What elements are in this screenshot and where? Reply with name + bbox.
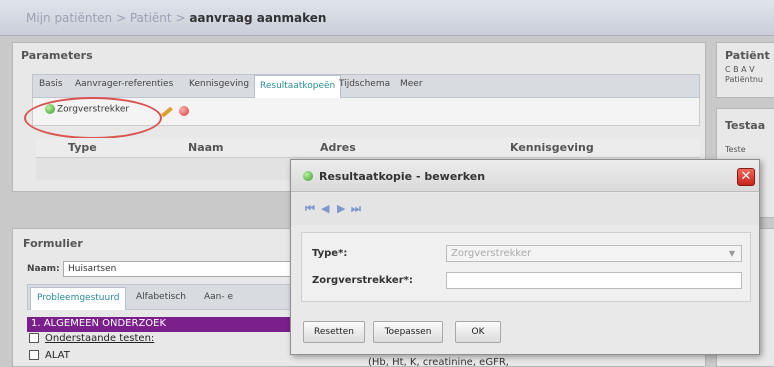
partial-test-text: (Hb, Ht, K, creatinine, eGFR, (368, 357, 509, 367)
patient-info: C B A V Patiëntnu (725, 65, 763, 85)
tab-aan-en-afvraag[interactable]: Aan- e (204, 292, 233, 302)
col-adres: Adres (320, 141, 356, 154)
testaanvraag-sub: Teste (725, 145, 746, 154)
resultaatkopie-table-header: Type Naam Adres Kennisgeving (36, 138, 700, 158)
reset-button[interactable]: Resetten (303, 321, 365, 343)
resultaatkopie-dialog: Resultaatkopie - bewerken ✕ ⏮ ◀ ▶ ⏭ Type… (290, 159, 760, 355)
col-type: Type (68, 141, 97, 154)
patient-name: C B A V (725, 65, 755, 74)
tab-tijdschema[interactable]: Tijdschema (339, 79, 390, 89)
tab-aanvrager-referenties[interactable]: Aanvrager-referenties (75, 79, 173, 89)
highlight-annotation (24, 97, 162, 139)
type-select-value: Zorgverstrekker (451, 248, 532, 259)
breadcrumb-sep: > (112, 11, 130, 25)
patient-panel: Patiënt C B A V Patiëntnu (716, 42, 774, 98)
edit-icon[interactable] (161, 106, 173, 118)
breadcrumb: Mijn patiënten > Patiënt > aanvraag aanm… (0, 0, 774, 36)
patient-number: Patiëntnu (725, 75, 763, 84)
zorgverstrekker-input[interactable] (446, 272, 742, 289)
tab-probleemgestuurd[interactable]: Probleemgestuurd (30, 287, 127, 310)
first-record-icon[interactable]: ⏮ (305, 202, 315, 216)
checkbox[interactable] (29, 350, 39, 360)
breadcrumb-my-patients[interactable]: Mijn patiënten (26, 11, 112, 25)
dialog-title: Resultaatkopie - bewerken (319, 170, 486, 183)
dialog-form: Type*: Zorgverstrekker ▼ Zorgverstrekker… (301, 232, 751, 302)
breadcrumb-sep: > (171, 11, 190, 25)
zorgverstrekker-label: Zorgverstrekker*: (312, 275, 413, 286)
list-item-label: ALAT (45, 350, 70, 361)
prev-record-icon[interactable]: ◀ (321, 202, 329, 215)
type-label: Type*: (312, 248, 348, 259)
parameters-tabbar: Basis Aanvrager-referenties Kennisgeving… (32, 74, 700, 99)
list-item-label: Onderstaande testen: (45, 333, 155, 344)
patient-title: Patiënt (725, 49, 770, 62)
dialog-titlebar: Resultaatkopie - bewerken ✕ (291, 160, 759, 192)
breadcrumb-patient[interactable]: Patiënt (130, 11, 172, 25)
list-item[interactable]: Onderstaande testen: (29, 333, 154, 344)
breadcrumb-current: aanvraag aanmaken (189, 11, 327, 25)
tab-basis[interactable]: Basis (39, 79, 63, 89)
tab-alfabetisch[interactable]: Alfabetisch (136, 292, 186, 302)
delete-icon[interactable] (179, 106, 189, 116)
dialog-icon (303, 171, 313, 181)
naam-input[interactable]: Huisartsen (63, 261, 303, 277)
chevron-down-icon: ▼ (728, 249, 735, 258)
record-navigator: ⏮ ◀ ▶ ⏭ (291, 193, 759, 225)
type-select[interactable]: Zorgverstrekker ▼ (446, 245, 742, 262)
tab-resultaatkopieen[interactable]: Resultaatkopeën (254, 75, 342, 99)
checkbox[interactable] (29, 333, 39, 343)
col-kennisgeving: Kennisgeving (510, 141, 594, 154)
tab-kennisgeving[interactable]: Kennisgeving (189, 79, 249, 89)
apply-button[interactable]: Toepassen (373, 321, 443, 343)
close-icon[interactable]: ✕ (737, 168, 755, 186)
testaanvraag-title: Testaa (725, 119, 766, 132)
next-record-icon[interactable]: ▶ (337, 202, 345, 215)
parameters-title: Parameters (21, 49, 93, 62)
col-naam: Naam (188, 141, 224, 154)
list-item[interactable]: ALAT (29, 350, 70, 361)
tab-meer[interactable]: Meer (400, 79, 423, 89)
formulier-title: Formulier (23, 237, 83, 250)
naam-label: Naam: (27, 264, 60, 274)
ok-button[interactable]: OK (455, 321, 501, 343)
last-record-icon[interactable]: ⏭ (351, 202, 361, 216)
